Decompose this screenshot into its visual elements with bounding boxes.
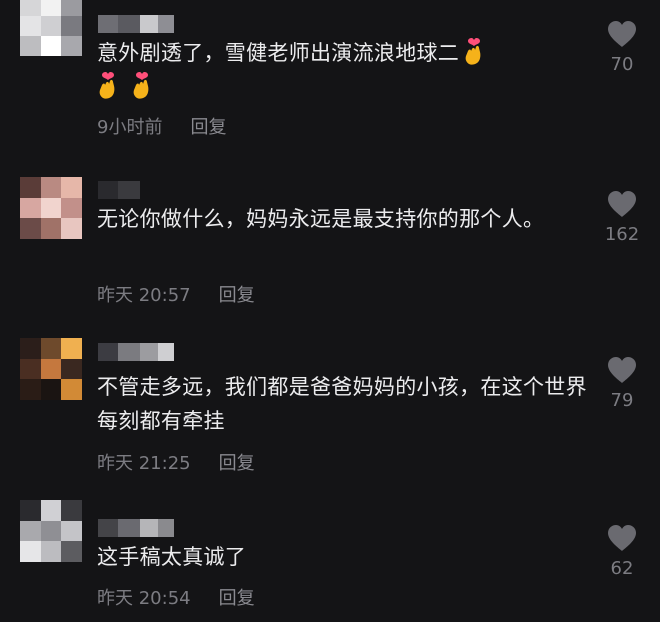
heart-hands-emoji-icon [131, 71, 153, 99]
heart-icon [608, 21, 636, 47]
comment-time: 9小时前 [97, 117, 163, 138]
like-count: 70 [610, 54, 634, 75]
avatar-pixel [61, 197, 82, 219]
username-pixel [98, 181, 118, 199]
username-pixel [158, 343, 174, 361]
like-button[interactable]: 162 [590, 190, 654, 245]
avatar-pixel [20, 500, 41, 521]
avatar-pixel [20, 197, 41, 219]
avatar-pixel [61, 500, 82, 521]
avatar-pixel [40, 338, 62, 359]
comment-time: 昨天 21:25 [97, 453, 191, 474]
avatar-pixel [61, 338, 82, 359]
avatar-pixel [20, 36, 41, 56]
username-pixel [118, 519, 140, 537]
avatar-pixel [20, 338, 41, 359]
comment-time: 昨天 20:57 [97, 285, 191, 306]
comment-text: 无论你做什么，妈妈永远是最支持你的那个人。 [97, 202, 577, 236]
username-blurred[interactable] [98, 14, 174, 34]
avatar-pixel [61, 358, 82, 380]
username-pixel [98, 343, 118, 361]
like-button[interactable]: 62 [596, 524, 648, 579]
avatar-pixel [40, 379, 62, 400]
comment-time: 昨天 20:54 [97, 588, 191, 609]
like-button[interactable]: 70 [596, 20, 648, 75]
comment-text: 意外剧透了，雪健老师出演流浪地球二 [97, 36, 597, 104]
avatar-pixel [61, 36, 82, 56]
username-pixel [140, 15, 158, 33]
like-button[interactable]: 79 [596, 356, 648, 411]
comment-text-content: 无论你做什么，妈妈永远是最支持你的那个人。 [97, 207, 545, 231]
username-pixel [118, 343, 140, 361]
comment-meta: 昨天 20:54 回复 [97, 584, 255, 610]
username-blurred[interactable] [98, 342, 174, 362]
heart-icon [608, 357, 636, 383]
username-pixel [158, 519, 174, 537]
comment-meta: 昨天 21:25 回复 [97, 449, 255, 475]
username-pixel [158, 15, 174, 33]
username-pixel [98, 15, 118, 33]
avatar-pixel [20, 520, 41, 542]
avatar[interactable] [20, 177, 82, 239]
avatar-pixel [20, 379, 41, 400]
username-blurred[interactable] [98, 180, 140, 200]
avatar-pixel [20, 358, 41, 380]
avatar-pixel [40, 197, 62, 219]
heart-icon [608, 525, 636, 551]
avatar[interactable] [20, 500, 82, 562]
comment-text-content: 意外剧透了，雪健老师出演流浪地球二 [97, 41, 460, 65]
heart-hands-emoji-icon [463, 37, 485, 65]
comment-text: 不管走多远，我们都是爸爸妈妈的小孩，在这个世界每刻都有牵挂 [97, 370, 587, 438]
heart-icon [608, 191, 636, 217]
avatar-pixel [20, 218, 41, 239]
username-pixel [98, 519, 118, 537]
avatar-pixel [61, 520, 82, 542]
avatar-pixel [40, 16, 62, 36]
avatar-pixel [61, 218, 82, 239]
comment-text-content: 这手稿太真诚了 [97, 545, 247, 569]
comment-meta: 9小时前 回复 [97, 113, 226, 139]
avatar-pixel [40, 36, 62, 56]
avatar-pixel [40, 520, 62, 542]
avatar-pixel [20, 16, 41, 36]
heart-hands-emoji-icon [97, 71, 119, 99]
avatar-pixel [20, 541, 41, 562]
username-pixel [140, 519, 158, 537]
avatar-pixel [61, 177, 82, 198]
comment-meta: 昨天 20:57 回复 [97, 281, 255, 307]
avatar-pixel [40, 500, 62, 521]
avatar-pixel [40, 177, 62, 198]
avatar-pixel [61, 16, 82, 36]
reply-button[interactable]: 回复 [219, 281, 255, 307]
like-count: 62 [610, 558, 634, 579]
username-blurred[interactable] [98, 518, 174, 538]
avatar-pixel [61, 0, 82, 16]
reply-button[interactable]: 回复 [190, 113, 226, 139]
avatar-pixel [61, 541, 82, 562]
avatar[interactable] [20, 338, 82, 400]
like-count: 79 [610, 390, 634, 411]
comment-text-content: 不管走多远，我们都是爸爸妈妈的小孩，在这个世界每刻都有牵挂 [97, 375, 587, 433]
like-count: 162 [604, 224, 640, 245]
avatar-pixel [40, 358, 62, 380]
reply-button[interactable]: 回复 [219, 449, 255, 475]
comment-text: 这手稿太真诚了 [97, 540, 597, 574]
avatar-pixel [20, 0, 41, 16]
reply-button[interactable]: 回复 [219, 584, 255, 610]
avatar-pixel [61, 379, 82, 400]
username-pixel [118, 181, 140, 199]
avatar[interactable] [20, 0, 82, 56]
avatar-pixel [20, 177, 41, 198]
username-pixel [140, 343, 158, 361]
avatar-pixel [40, 541, 62, 562]
avatar-pixel [40, 218, 62, 239]
avatar-pixel [40, 0, 62, 16]
username-pixel [118, 15, 140, 33]
